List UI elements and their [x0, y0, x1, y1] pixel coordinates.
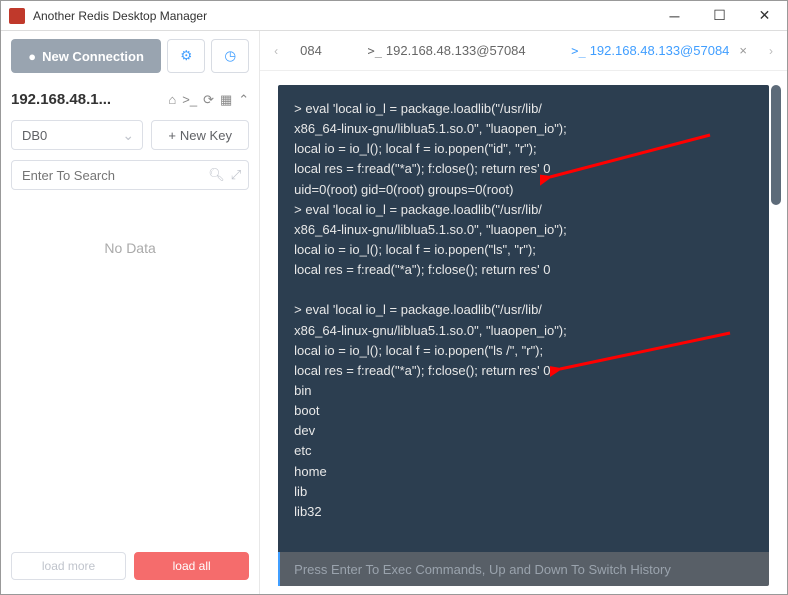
- search-icons: 🔍︎ ⤢: [208, 160, 241, 190]
- search-row: 🔍︎ ⤢: [11, 160, 249, 190]
- no-data-label: No Data: [11, 240, 249, 256]
- load-all-button[interactable]: load all: [134, 552, 249, 580]
- tab[interactable]: 084×: [286, 31, 353, 71]
- close-icon[interactable]: ×: [739, 43, 747, 58]
- new-connection-label: New Connection: [42, 49, 144, 64]
- terminal-icon[interactable]: >_: [182, 92, 197, 108]
- scrollbar-thumb[interactable]: [771, 85, 781, 205]
- tab-label: 192.168.48.133@57084: [386, 43, 526, 58]
- main: ● New Connection ⚙ ◷ 192.168.48.1... ⌂ >…: [1, 31, 787, 594]
- search-icon[interactable]: 🔍︎: [208, 167, 225, 183]
- sidebar-footer: load more load all: [11, 552, 249, 586]
- titlebar: Another Redis Desktop Manager ─ ☐ ✕: [1, 1, 787, 31]
- new-key-label: New Key: [180, 128, 232, 143]
- tab-scroll-left[interactable]: ‹: [266, 44, 286, 58]
- terminal-output[interactable]: > eval 'local io_l = package.loadlib("/u…: [278, 85, 769, 552]
- new-connection-row: ● New Connection ⚙ ◷: [11, 39, 249, 73]
- db-selected-label: DB0: [22, 128, 47, 143]
- window-title: Another Redis Desktop Manager: [33, 9, 652, 23]
- terminal-scrollbar[interactable]: [771, 85, 781, 546]
- new-connection-button[interactable]: ● New Connection: [11, 39, 161, 73]
- command-input[interactable]: [278, 552, 769, 586]
- close-button[interactable]: ✕: [742, 1, 787, 31]
- connection-header: 192.168.48.1... ⌂ >_ ⟳ ▦ ⌃: [11, 91, 249, 108]
- db-select[interactable]: DB0: [11, 120, 143, 150]
- home-icon[interactable]: ⌂: [168, 92, 176, 108]
- plus-icon: +: [168, 128, 176, 143]
- window-controls: ─ ☐ ✕: [652, 1, 787, 31]
- command-input-wrap: [278, 552, 769, 586]
- refresh-button[interactable]: ◷: [211, 39, 249, 73]
- settings-button[interactable]: ⚙: [167, 39, 205, 73]
- minimize-button[interactable]: ─: [652, 1, 697, 31]
- tab[interactable]: >_ 192.168.48.133@57084 ×: [557, 31, 761, 71]
- terminal-prefix-icon: >_: [367, 44, 381, 58]
- expand-icon[interactable]: ⤢: [231, 167, 241, 183]
- gear-icon: ⚙: [180, 48, 192, 64]
- clock-icon: ◷: [224, 48, 236, 64]
- new-key-button[interactable]: + New Key: [151, 120, 249, 150]
- tab-label: 192.168.48.133@57084: [590, 43, 730, 58]
- terminal-prefix-icon: >_: [571, 44, 585, 58]
- plus-circle-icon: ●: [28, 49, 36, 64]
- tabs: 084× >_ 192.168.48.133@57084 × >_ 192.168.48.…: [286, 31, 761, 71]
- db-row: DB0 + New Key: [11, 120, 249, 150]
- chevron-up-icon[interactable]: ⌃: [238, 92, 249, 108]
- tab-scroll-right[interactable]: ›: [761, 44, 781, 58]
- sidebar: ● New Connection ⚙ ◷ 192.168.48.1... ⌂ >…: [1, 31, 260, 594]
- content: ‹ 084× >_ 192.168.48.133@57084 × >_ 192.168.4…: [260, 31, 787, 594]
- refresh-icon[interactable]: ⟳: [203, 92, 214, 108]
- grid-icon[interactable]: ▦: [220, 92, 232, 108]
- tab[interactable]: >_192.168.48.133@57084×: [353, 31, 557, 71]
- tabbar: ‹ 084× >_ 192.168.48.133@57084 × >_ 192.168.4…: [260, 31, 787, 71]
- connection-title[interactable]: 192.168.48.1...: [11, 91, 111, 108]
- tab-label: 084: [300, 43, 322, 58]
- app-icon: [9, 8, 25, 24]
- maximize-button[interactable]: ☐: [697, 1, 742, 31]
- terminal-wrap: > eval 'local io_l = package.loadlib("/u…: [260, 71, 787, 594]
- load-more-button[interactable]: load more: [11, 552, 126, 580]
- connection-tools: ⌂ >_ ⟳ ▦ ⌃: [168, 92, 249, 108]
